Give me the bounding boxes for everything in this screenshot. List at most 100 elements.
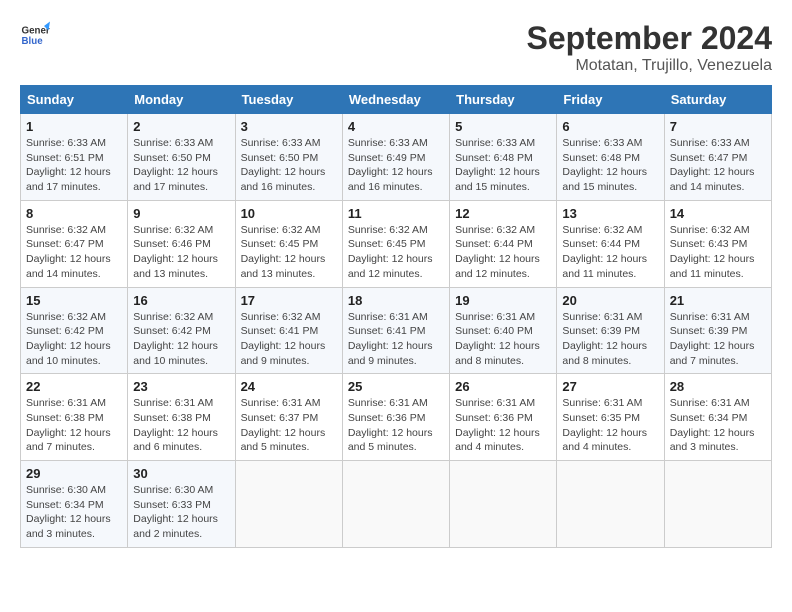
day-cell: 5 Sunrise: 6:33 AMSunset: 6:48 PMDaylight…	[450, 114, 557, 201]
day-info: Sunrise: 6:31 AMSunset: 6:39 PMDaylight:…	[670, 310, 766, 369]
week-row-4: 22 Sunrise: 6:31 AMSunset: 6:38 PMDayligh…	[21, 374, 772, 461]
day-cell: 9 Sunrise: 6:32 AMSunset: 6:46 PMDaylight…	[128, 200, 235, 287]
day-cell: 27 Sunrise: 6:31 AMSunset: 6:35 PMDayligh…	[557, 374, 664, 461]
day-number: 25	[348, 379, 444, 394]
day-info: Sunrise: 6:32 AMSunset: 6:45 PMDaylight:…	[241, 223, 337, 282]
day-cell: 2 Sunrise: 6:33 AMSunset: 6:50 PMDaylight…	[128, 114, 235, 201]
day-cell: 19Sunrise: 6:31 AMSunset: 6:40 PMDayligh…	[450, 287, 557, 374]
day-cell: 30 Sunrise: 6:30 AMSunset: 6:33 PMDayligh…	[128, 461, 235, 548]
day-info: Sunrise: 6:31 AMSunset: 6:41 PMDaylight:…	[348, 310, 444, 369]
location-title: Motatan, Trujillo, Venezuela	[527, 57, 772, 75]
day-info: Sunrise: 6:33 AMSunset: 6:51 PMDaylight:…	[26, 136, 122, 195]
month-title: September 2024	[527, 20, 772, 57]
day-cell: 29Sunrise: 6:30 AMSunset: 6:34 PMDayligh…	[21, 461, 128, 548]
day-number: 19	[455, 293, 551, 308]
column-header-saturday: Saturday	[664, 86, 771, 114]
day-cell: 1 Sunrise: 6:33 AMSunset: 6:51 PMDaylight…	[21, 114, 128, 201]
day-number: 20	[562, 293, 658, 308]
day-cell: 17 Sunrise: 6:32 AMSunset: 6:41 PMDayligh…	[235, 287, 342, 374]
day-cell: 10 Sunrise: 6:32 AMSunset: 6:45 PMDayligh…	[235, 200, 342, 287]
logo: General Blue	[20, 20, 50, 50]
svg-text:Blue: Blue	[22, 36, 44, 47]
day-info: Sunrise: 6:32 AMSunset: 6:44 PMDaylight:…	[455, 223, 551, 282]
day-cell: 15Sunrise: 6:32 AMSunset: 6:42 PMDayligh…	[21, 287, 128, 374]
day-number: 8	[26, 206, 122, 221]
week-row-1: 1 Sunrise: 6:33 AMSunset: 6:51 PMDaylight…	[21, 114, 772, 201]
day-info: Sunrise: 6:31 AMSunset: 6:36 PMDaylight:…	[455, 396, 551, 455]
day-number: 21	[670, 293, 766, 308]
day-cell: 25 Sunrise: 6:31 AMSunset: 6:36 PMDayligh…	[342, 374, 449, 461]
day-info: Sunrise: 6:30 AMSunset: 6:33 PMDaylight:…	[133, 483, 229, 542]
day-cell: 3 Sunrise: 6:33 AMSunset: 6:50 PMDaylight…	[235, 114, 342, 201]
day-info: Sunrise: 6:31 AMSunset: 6:36 PMDaylight:…	[348, 396, 444, 455]
day-number: 24	[241, 379, 337, 394]
day-number: 12	[455, 206, 551, 221]
day-number: 23	[133, 379, 229, 394]
day-number: 11	[348, 206, 444, 221]
day-info: Sunrise: 6:32 AMSunset: 6:41 PMDaylight:…	[241, 310, 337, 369]
day-info: Sunrise: 6:31 AMSunset: 6:38 PMDaylight:…	[26, 396, 122, 455]
day-info: Sunrise: 6:33 AMSunset: 6:48 PMDaylight:…	[455, 136, 551, 195]
day-info: Sunrise: 6:31 AMSunset: 6:39 PMDaylight:…	[562, 310, 658, 369]
day-info: Sunrise: 6:31 AMSunset: 6:38 PMDaylight:…	[133, 396, 229, 455]
day-cell: 24 Sunrise: 6:31 AMSunset: 6:37 PMDayligh…	[235, 374, 342, 461]
day-number: 14	[670, 206, 766, 221]
day-info: Sunrise: 6:32 AMSunset: 6:47 PMDaylight:…	[26, 223, 122, 282]
day-number: 9	[133, 206, 229, 221]
column-header-thursday: Thursday	[450, 86, 557, 114]
day-cell: 12 Sunrise: 6:32 AMSunset: 6:44 PMDayligh…	[450, 200, 557, 287]
day-number: 22	[26, 379, 122, 394]
day-info: Sunrise: 6:33 AMSunset: 6:47 PMDaylight:…	[670, 136, 766, 195]
day-cell: 8 Sunrise: 6:32 AMSunset: 6:47 PMDaylight…	[21, 200, 128, 287]
day-number: 16	[133, 293, 229, 308]
day-number: 28	[670, 379, 766, 394]
day-cell: 7 Sunrise: 6:33 AMSunset: 6:47 PMDaylight…	[664, 114, 771, 201]
day-number: 2	[133, 119, 229, 134]
day-number: 3	[241, 119, 337, 134]
day-cell	[342, 461, 449, 548]
day-info: Sunrise: 6:32 AMSunset: 6:46 PMDaylight:…	[133, 223, 229, 282]
header-row: SundayMondayTuesdayWednesdayThursdayFrid…	[21, 86, 772, 114]
column-header-wednesday: Wednesday	[342, 86, 449, 114]
day-number: 30	[133, 466, 229, 481]
week-row-5: 29Sunrise: 6:30 AMSunset: 6:34 PMDayligh…	[21, 461, 772, 548]
day-cell	[664, 461, 771, 548]
day-number: 5	[455, 119, 551, 134]
day-cell: 18 Sunrise: 6:31 AMSunset: 6:41 PMDayligh…	[342, 287, 449, 374]
day-info: Sunrise: 6:33 AMSunset: 6:49 PMDaylight:…	[348, 136, 444, 195]
day-info: Sunrise: 6:30 AMSunset: 6:34 PMDaylight:…	[26, 483, 122, 542]
column-header-friday: Friday	[557, 86, 664, 114]
day-number: 18	[348, 293, 444, 308]
column-header-tuesday: Tuesday	[235, 86, 342, 114]
calendar-table: SundayMondayTuesdayWednesdayThursdayFrid…	[20, 85, 772, 548]
day-cell: 21 Sunrise: 6:31 AMSunset: 6:39 PMDayligh…	[664, 287, 771, 374]
header: General Blue September 2024 Motatan, Tru…	[20, 20, 772, 75]
day-info: Sunrise: 6:33 AMSunset: 6:50 PMDaylight:…	[241, 136, 337, 195]
column-header-sunday: Sunday	[21, 86, 128, 114]
title-area: September 2024 Motatan, Trujillo, Venezu…	[527, 20, 772, 75]
day-cell: 26Sunrise: 6:31 AMSunset: 6:36 PMDayligh…	[450, 374, 557, 461]
day-number: 1	[26, 119, 122, 134]
day-number: 10	[241, 206, 337, 221]
day-cell: 22 Sunrise: 6:31 AMSunset: 6:38 PMDayligh…	[21, 374, 128, 461]
day-number: 7	[670, 119, 766, 134]
day-number: 27	[562, 379, 658, 394]
day-number: 17	[241, 293, 337, 308]
day-cell: 28 Sunrise: 6:31 AMSunset: 6:34 PMDayligh…	[664, 374, 771, 461]
day-cell: 11Sunrise: 6:32 AMSunset: 6:45 PMDayligh…	[342, 200, 449, 287]
column-header-monday: Monday	[128, 86, 235, 114]
day-info: Sunrise: 6:32 AMSunset: 6:42 PMDaylight:…	[26, 310, 122, 369]
day-number: 13	[562, 206, 658, 221]
day-info: Sunrise: 6:31 AMSunset: 6:34 PMDaylight:…	[670, 396, 766, 455]
day-cell: 4Sunrise: 6:33 AMSunset: 6:49 PMDaylight…	[342, 114, 449, 201]
week-row-3: 15Sunrise: 6:32 AMSunset: 6:42 PMDayligh…	[21, 287, 772, 374]
day-info: Sunrise: 6:32 AMSunset: 6:42 PMDaylight:…	[133, 310, 229, 369]
week-row-2: 8 Sunrise: 6:32 AMSunset: 6:47 PMDaylight…	[21, 200, 772, 287]
day-info: Sunrise: 6:33 AMSunset: 6:48 PMDaylight:…	[562, 136, 658, 195]
day-cell: 6Sunrise: 6:33 AMSunset: 6:48 PMDaylight…	[557, 114, 664, 201]
day-cell: 23 Sunrise: 6:31 AMSunset: 6:38 PMDayligh…	[128, 374, 235, 461]
day-info: Sunrise: 6:33 AMSunset: 6:50 PMDaylight:…	[133, 136, 229, 195]
day-info: Sunrise: 6:31 AMSunset: 6:37 PMDaylight:…	[241, 396, 337, 455]
day-cell	[235, 461, 342, 548]
day-info: Sunrise: 6:31 AMSunset: 6:35 PMDaylight:…	[562, 396, 658, 455]
